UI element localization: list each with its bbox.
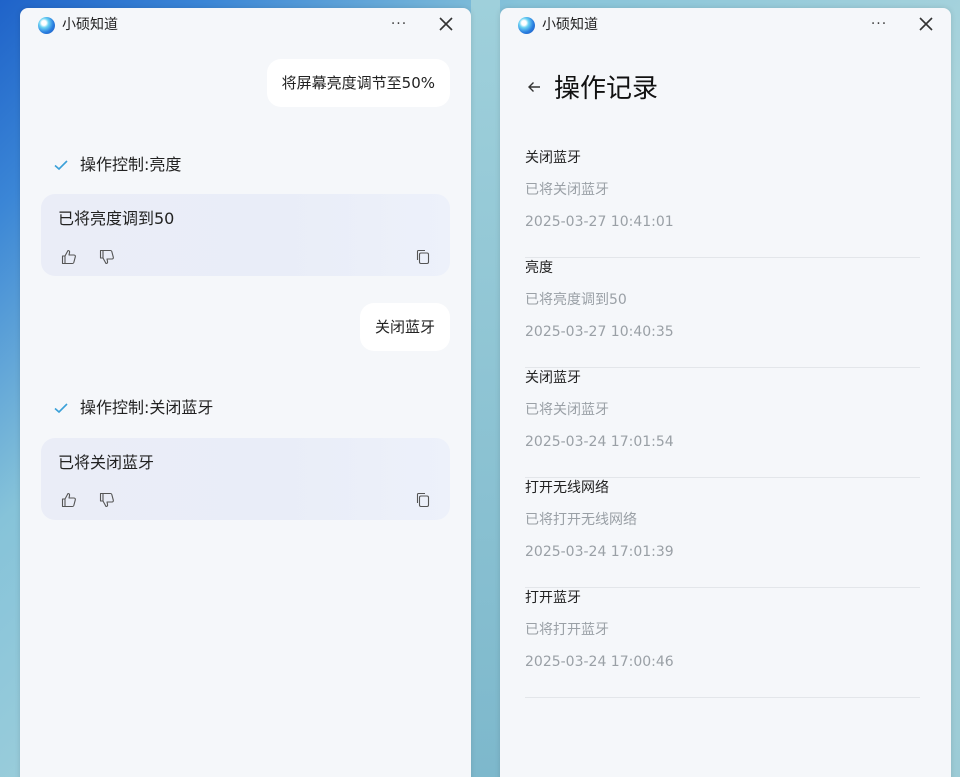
assistant-reply-text: 已将亮度调到50: [58, 209, 175, 228]
log-item-title: 打开无线网络: [525, 480, 609, 496]
more-options-button[interactable]: ···: [389, 14, 409, 34]
log-item-title: 关闭蓝牙: [525, 370, 581, 386]
operation-status-text: 操作控制:关闭蓝牙: [80, 398, 214, 417]
close-icon[interactable]: [437, 15, 455, 33]
thumbs-down-icon[interactable]: [99, 249, 115, 265]
log-item[interactable]: 关闭蓝牙 已将关闭蓝牙 2025-03-27 10:41:01: [525, 148, 920, 258]
log-item-description: 已将打开蓝牙: [525, 622, 609, 638]
assistant-reply-card: 已将亮度调到50: [41, 194, 450, 276]
copy-icon[interactable]: [415, 492, 431, 508]
check-icon: [54, 403, 68, 414]
app-title: 小硕知道: [62, 17, 118, 33]
log-item-description: 已将关闭蓝牙: [525, 402, 609, 418]
app-logo-icon: [518, 17, 535, 34]
page-title: 操作记录: [554, 74, 659, 104]
log-item-timestamp: 2025-03-24 17:01:54: [525, 434, 674, 450]
log-item-title: 打开蓝牙: [525, 590, 581, 606]
titlebar: 小硕知道 ···: [20, 8, 471, 42]
app-title: 小硕知道: [542, 17, 598, 33]
app-logo-icon: [38, 17, 55, 34]
log-item-timestamp: 2025-03-24 17:01:39: [525, 544, 674, 560]
operation-status: 操作控制:亮度: [52, 154, 181, 176]
log-item[interactable]: 关闭蓝牙 已将关闭蓝牙 2025-03-24 17:01:54: [525, 368, 920, 478]
assistant-reply-card: 已将关闭蓝牙: [41, 438, 450, 520]
log-item-description: 已将打开无线网络: [525, 512, 637, 528]
desktop-gap: [471, 0, 500, 777]
log-item-title: 关闭蓝牙: [525, 150, 581, 166]
chat-window: 小硕知道 ··· 将屏幕亮度调节至50% 操作控制:亮度 已将亮度调到50 关闭…: [20, 8, 471, 777]
log-item-title: 亮度: [525, 260, 553, 276]
thumbs-up-icon[interactable]: [61, 492, 77, 508]
user-message-bubble: 关闭蓝牙: [359, 303, 450, 351]
log-item-description: 已将关闭蓝牙: [525, 182, 609, 198]
log-item[interactable]: 亮度 已将亮度调到50 2025-03-27 10:40:35: [525, 258, 920, 368]
close-icon[interactable]: [917, 15, 935, 33]
back-arrow-icon[interactable]: [526, 79, 542, 95]
log-item[interactable]: 打开无线网络 已将打开无线网络 2025-03-24 17:01:39: [525, 478, 920, 588]
more-options-button[interactable]: ···: [869, 14, 889, 34]
operation-log-window: 小硕知道 ··· 操作记录 关闭蓝牙 已将关闭蓝牙 2025-03-27 10:…: [500, 8, 951, 777]
log-item-timestamp: 2025-03-24 17:00:46: [525, 654, 674, 670]
operation-status-text: 操作控制:亮度: [80, 155, 182, 174]
titlebar: 小硕知道 ···: [500, 8, 951, 42]
thumbs-down-icon[interactable]: [99, 492, 115, 508]
user-message-bubble: 将屏幕亮度调节至50%: [266, 59, 450, 107]
copy-icon[interactable]: [415, 249, 431, 265]
operation-status: 操作控制:关闭蓝牙: [52, 397, 213, 419]
log-item[interactable]: 打开蓝牙 已将打开蓝牙 2025-03-24 17:00:46: [525, 588, 920, 698]
log-item-timestamp: 2025-03-27 10:41:01: [525, 214, 674, 230]
check-icon: [54, 160, 68, 171]
assistant-reply-text: 已将关闭蓝牙: [58, 453, 155, 472]
thumbs-up-icon[interactable]: [61, 249, 77, 265]
log-item-description: 已将亮度调到50: [525, 292, 627, 308]
log-item-timestamp: 2025-03-27 10:40:35: [525, 324, 674, 340]
